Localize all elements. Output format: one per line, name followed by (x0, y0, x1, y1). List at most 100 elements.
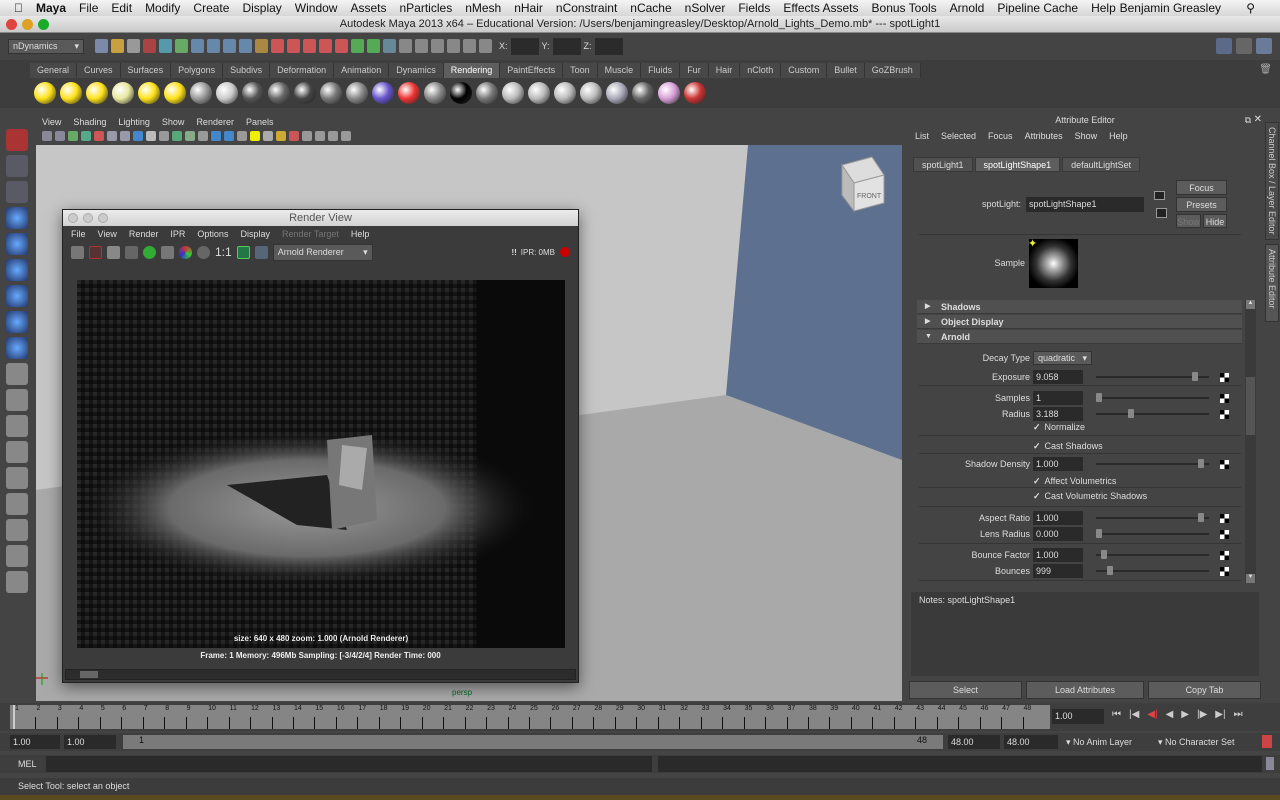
menu-nparticles[interactable]: nParticles (400, 1, 453, 15)
toggle-tool-settings-icon[interactable] (1236, 38, 1252, 54)
soft-mod-tool-icon[interactable] (6, 311, 28, 333)
shelf-tab-muscle[interactable]: Muscle (597, 63, 642, 78)
render-settings-icon[interactable] (554, 82, 576, 104)
render-view-title-bar[interactable]: Render View (63, 210, 578, 226)
shelf-tab-ncloth[interactable]: nCloth (740, 63, 782, 78)
radius-field[interactable]: 3.188 (1033, 407, 1083, 421)
single-perspective-layout-icon[interactable] (6, 389, 28, 411)
viewport-tool-icon[interactable] (315, 131, 325, 141)
apple-icon[interactable]:  (14, 1, 23, 15)
viewport-tool-icon[interactable] (94, 131, 104, 141)
alpha-channel-icon[interactable] (197, 245, 210, 259)
lens-radius-slider-handle[interactable] (1096, 529, 1102, 538)
open-scene-icon[interactable] (111, 39, 124, 53)
aspect-ratio-map-button[interactable] (1220, 514, 1229, 523)
bounces-slider-handle[interactable] (1106, 566, 1113, 575)
step-forward-frame-icon[interactable]: |▶ (1197, 709, 1207, 720)
copy-tab-button[interactable]: Copy Tab (1148, 681, 1261, 699)
user-name[interactable]: Benjamin Greasley (1120, 1, 1221, 15)
show-manipulator-tool-icon[interactable] (6, 337, 28, 359)
make-live-icon[interactable] (255, 39, 268, 53)
refresh-ipr-icon[interactable] (143, 245, 156, 259)
step-back-frame-icon[interactable]: ◀| (1147, 709, 1157, 720)
samples-field[interactable]: 1 (1033, 391, 1083, 405)
ae-tab-spotlightshape1[interactable]: spotLightShape1 (974, 157, 1061, 172)
lasso-tool-icon[interactable] (6, 155, 28, 177)
bounces-slider[interactable] (1096, 566, 1209, 575)
render-view-menu-options[interactable]: Options (197, 229, 228, 239)
shelf-tab-rendering[interactable]: Rendering (443, 63, 501, 78)
texture-icon[interactable] (632, 82, 654, 104)
mel-label[interactable]: MEL (18, 759, 37, 769)
phonge-icon[interactable] (346, 82, 368, 104)
menu-window[interactable]: Window (295, 1, 338, 15)
anim-start-field[interactable]: 1.00 (64, 735, 116, 749)
aspect-ratio-slider[interactable] (1096, 513, 1209, 522)
menu-modify[interactable]: Modify (145, 1, 180, 15)
input-connection-icon[interactable] (1154, 191, 1165, 200)
play-forwards-icon[interactable]: ▶ (1181, 709, 1189, 720)
shelf-tab-curves[interactable]: Curves (77, 63, 121, 78)
last-tool-icon[interactable] (6, 363, 28, 385)
viewport-tool-icon[interactable] (120, 131, 130, 141)
real-size-button[interactable]: 1:1 (215, 245, 232, 259)
viewport-tool-icon[interactable] (68, 131, 78, 141)
play-backwards-icon[interactable]: ◀ (1166, 709, 1174, 720)
paint-icon[interactable] (479, 39, 492, 53)
character-set-dropdown[interactable]: ▾ No Character Set (1158, 737, 1248, 748)
rgb-channels-icon[interactable] (179, 245, 192, 259)
viewport-tool-icon[interactable] (185, 131, 195, 141)
keep-image-icon[interactable] (236, 245, 250, 259)
shelf-tab-bullet[interactable]: Bullet (827, 63, 865, 78)
menu-bonus-tools[interactable]: Bonus Tools (872, 1, 937, 15)
viewport-tool-icon[interactable] (211, 131, 221, 141)
lambert-icon[interactable] (294, 82, 316, 104)
radius-slider[interactable] (1096, 409, 1209, 418)
render-region-icon[interactable] (89, 245, 102, 259)
viewport-tool-icon[interactable] (289, 131, 299, 141)
normalize-checkbox[interactable]: ✓ Normalize (1033, 422, 1085, 433)
menu-nmesh[interactable]: nMesh (465, 1, 501, 15)
toggle-attribute-editor-icon[interactable] (1216, 38, 1232, 54)
black-shader-icon[interactable] (450, 82, 472, 104)
viewport-tool-icon[interactable] (146, 131, 156, 141)
exposure-map-button[interactable] (1220, 373, 1229, 382)
render-settings-icon[interactable] (161, 245, 174, 259)
viewport-tool-icon[interactable] (237, 131, 247, 141)
aspect-ratio-field[interactable]: 1.000 (1033, 511, 1083, 525)
menu-display[interactable]: Display (242, 1, 281, 15)
decay-type-dropdown[interactable]: quadratic ▾ (1033, 351, 1092, 365)
frame-arnold[interactable]: ▼ Arnold (917, 330, 1242, 344)
minimize-window-button[interactable] (22, 19, 33, 30)
x-input[interactable] (510, 37, 539, 55)
anim-preferences-icon[interactable] (1262, 735, 1272, 748)
cast-shadows-checkbox[interactable]: ✓ Cast Shadows (1033, 441, 1103, 452)
render-view-menu-render-target[interactable]: Render Target (282, 229, 339, 239)
menu-ncache[interactable]: nCache (630, 1, 671, 15)
use-background-icon[interactable] (476, 82, 498, 104)
viewport-tool-icon[interactable] (133, 131, 143, 141)
zoom-window-button[interactable] (38, 19, 49, 30)
float-panel-icon[interactable]: ⧉ (1245, 115, 1251, 126)
zoom-button[interactable] (98, 213, 108, 223)
current-frame-field[interactable]: 1.00 (1052, 709, 1104, 724)
renderer-dropdown[interactable]: Arnold Renderer ▾ (272, 243, 373, 261)
snap-view-plane-icon[interactable] (239, 39, 252, 53)
notes-area[interactable]: Notes: spotLightShape1 (911, 592, 1259, 676)
history-icon[interactable] (271, 39, 284, 53)
hypershade-layout-icon[interactable] (6, 493, 28, 515)
viewport-tool-icon[interactable] (224, 131, 234, 141)
move-tool-icon[interactable] (6, 207, 28, 229)
samples-slider[interactable] (1096, 393, 1209, 402)
end-time-field[interactable]: 48.00 (1004, 735, 1058, 749)
render-settings-icon[interactable] (319, 39, 332, 53)
remove-image-icon[interactable] (254, 245, 268, 259)
select-object-icon[interactable] (159, 39, 172, 53)
ae-tab-spotlight1[interactable]: spotLight1 (913, 157, 973, 172)
viewport-tool-icon[interactable] (107, 131, 117, 141)
viewport-menu-renderer[interactable]: Renderer (196, 117, 234, 127)
paint-select-tool-icon[interactable] (6, 181, 28, 203)
bounces-field[interactable]: 999 (1033, 564, 1083, 578)
lens-radius-map-button[interactable] (1220, 530, 1229, 539)
render-view-menu-view[interactable]: View (98, 229, 117, 239)
